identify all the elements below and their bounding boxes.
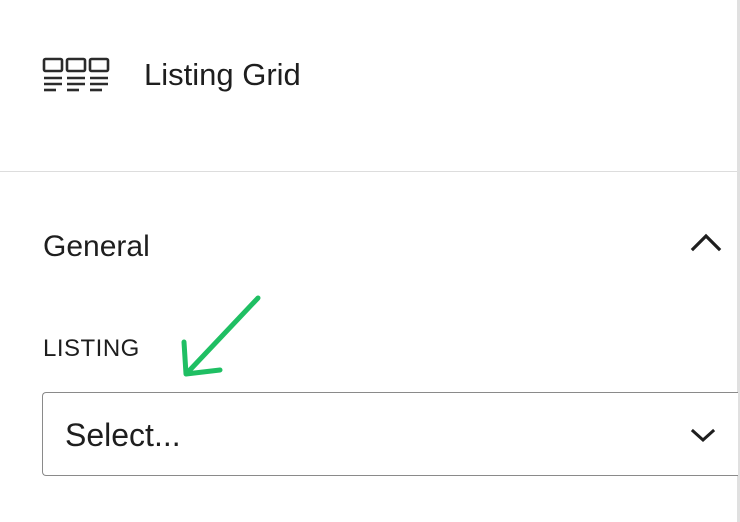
block-card: Listing Grid: [0, 0, 737, 172]
listing-select[interactable]: Select...: [42, 392, 738, 476]
chevron-down-icon: [690, 428, 716, 443]
listing-grid-icon: [42, 57, 110, 92]
chevron-up-icon[interactable]: [684, 222, 728, 266]
listing-field-label: LISTING: [43, 335, 140, 362]
arrow-annotation: [181, 295, 261, 377]
listing-select-value: Select...: [65, 417, 181, 453]
section-title-general[interactable]: General: [43, 228, 150, 266]
block-settings-panel: Listing Grid General LISTING Select...: [0, 0, 740, 522]
block-title: Listing Grid: [144, 57, 301, 92]
